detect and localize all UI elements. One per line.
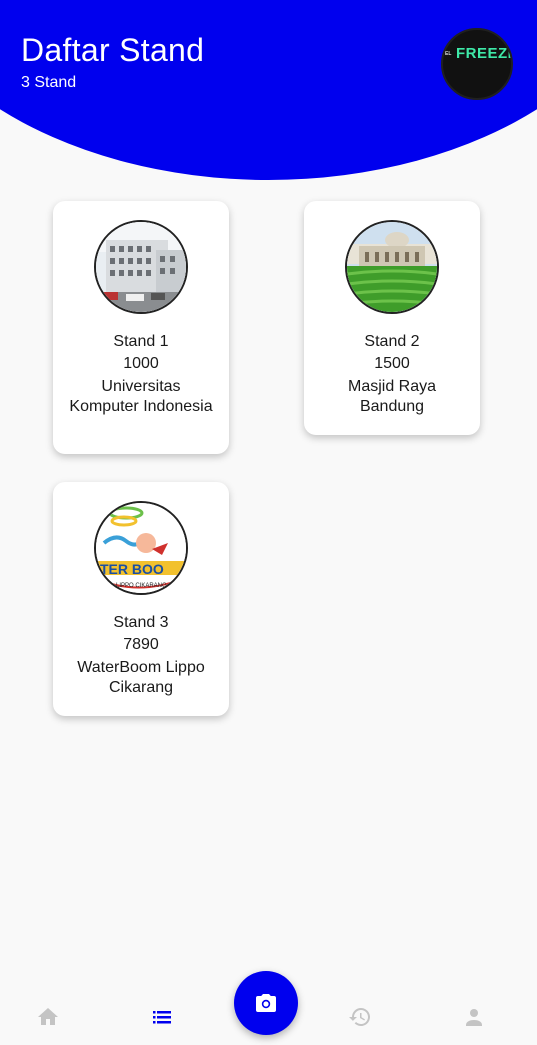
- camera-button[interactable]: [234, 971, 298, 1035]
- stand-count: 3 Stand: [21, 74, 77, 91]
- home-icon[interactable]: [36, 1005, 60, 1029]
- svg-text:TER BOO: TER BOO: [100, 561, 164, 577]
- mosque-photo-icon: [345, 220, 439, 314]
- page-title: Daftar Stand: [21, 32, 205, 68]
- building-photo-icon: [94, 220, 188, 314]
- waterboom-logo-icon: TER BOO LIPPO CIKARANG: [94, 501, 188, 595]
- stand-list-screen: Daftar Stand 3 Stand EL FREEZE Stand 1 1…: [0, 0, 537, 1045]
- camera-icon: [256, 994, 276, 1012]
- stand-card-2[interactable]: Stand 2 1500 Masjid Raya Bandung: [304, 201, 480, 435]
- stand-location: Masjid Raya Bandung: [347, 378, 437, 415]
- stand-card-1[interactable]: Stand 1 1000 Universitas Komputer Indone…: [53, 201, 229, 454]
- stand-name: Stand 1: [113, 333, 169, 350]
- stand-location: WaterBoom Lippo Cikarang: [77, 659, 205, 696]
- stand-location: Universitas Komputer Indonesia: [69, 378, 213, 415]
- svg-text:LIPPO CIKARANG: LIPPO CIKARANG: [116, 583, 167, 589]
- stand-name: Stand 3: [113, 614, 169, 631]
- avatar-label: FREEZE: [456, 45, 513, 62]
- stand-number: 1000: [123, 355, 159, 372]
- profile-icon[interactable]: [462, 1005, 486, 1029]
- stand-number: 1500: [374, 355, 410, 372]
- list-icon[interactable]: [150, 1005, 174, 1029]
- stand-card-3[interactable]: TER BOO LIPPO CIKARANG Stand 3 7890 Wate…: [53, 482, 229, 716]
- avatar[interactable]: EL FREEZE: [441, 28, 513, 100]
- stand-number: 7890: [123, 636, 159, 653]
- history-icon[interactable]: [348, 1005, 372, 1029]
- stand-name: Stand 2: [364, 333, 420, 350]
